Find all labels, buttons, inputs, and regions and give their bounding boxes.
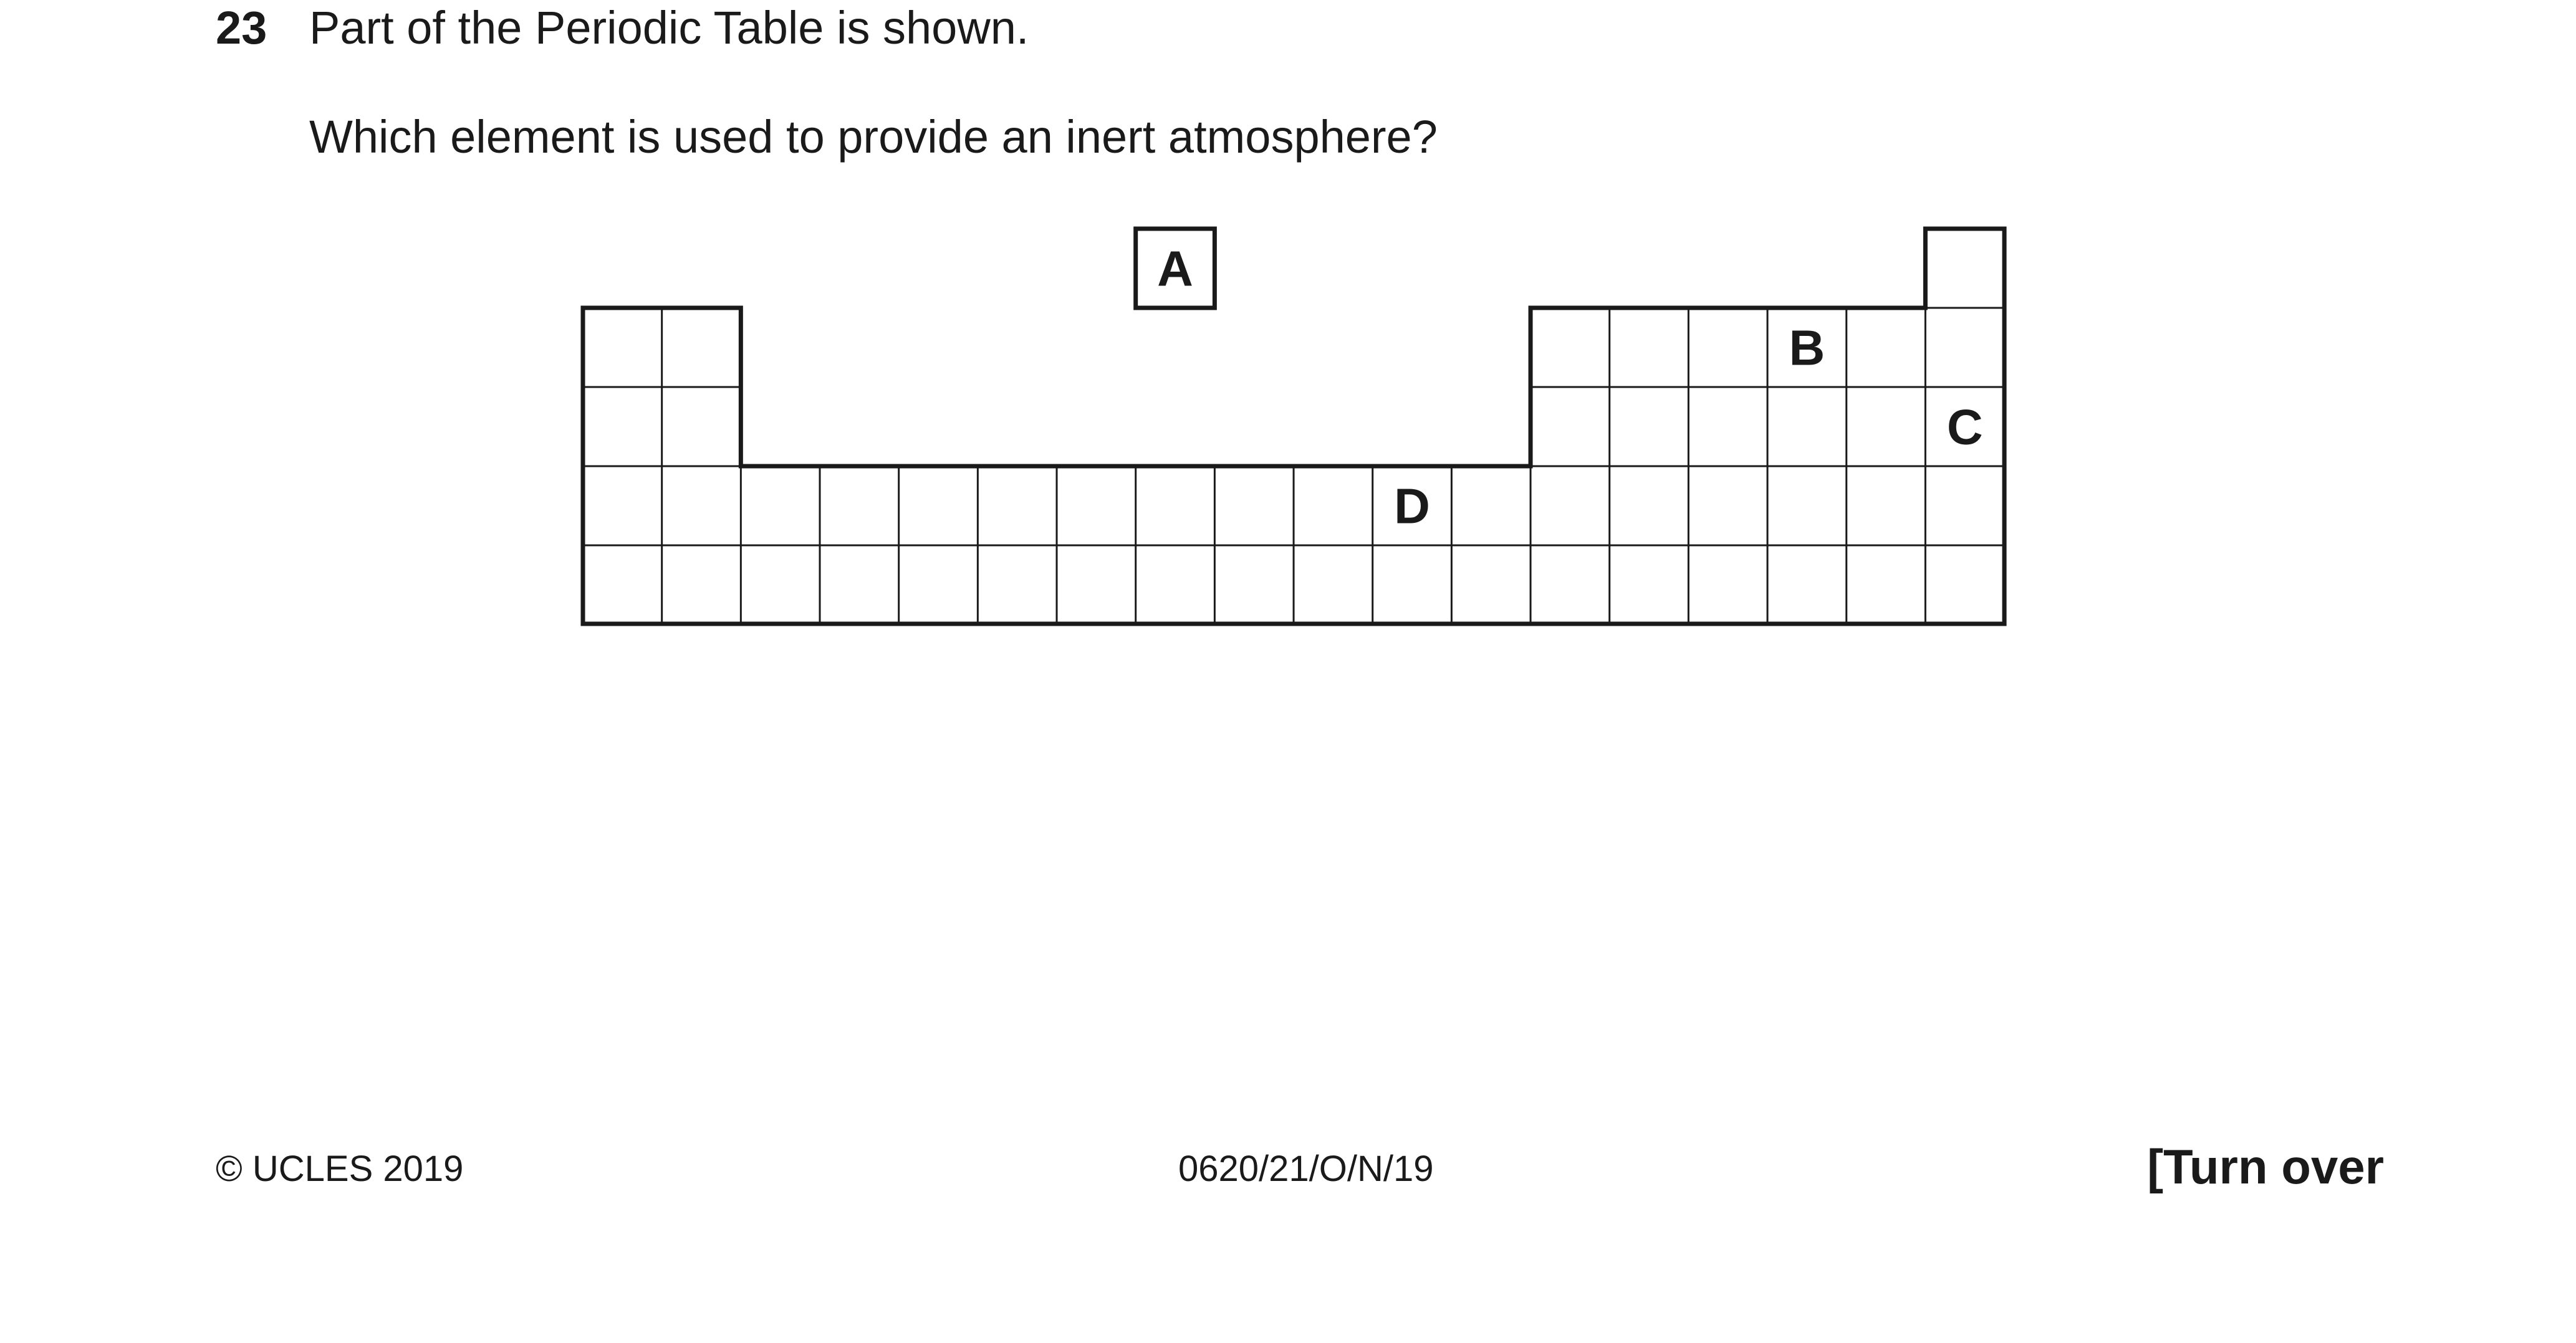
cell-label-c: C [1947,399,1983,455]
cell-label-a: A [1157,241,1193,297]
footer-copyright: © UCLES 2019 [216,1149,464,1189]
footer-paper-code: 0620/21/O/N/19 [1178,1149,1434,1189]
cell-label-d: D [1394,479,1430,534]
footer-turn-over: [Turn over [2147,1139,2384,1194]
cell-label-b: B [1789,320,1825,376]
